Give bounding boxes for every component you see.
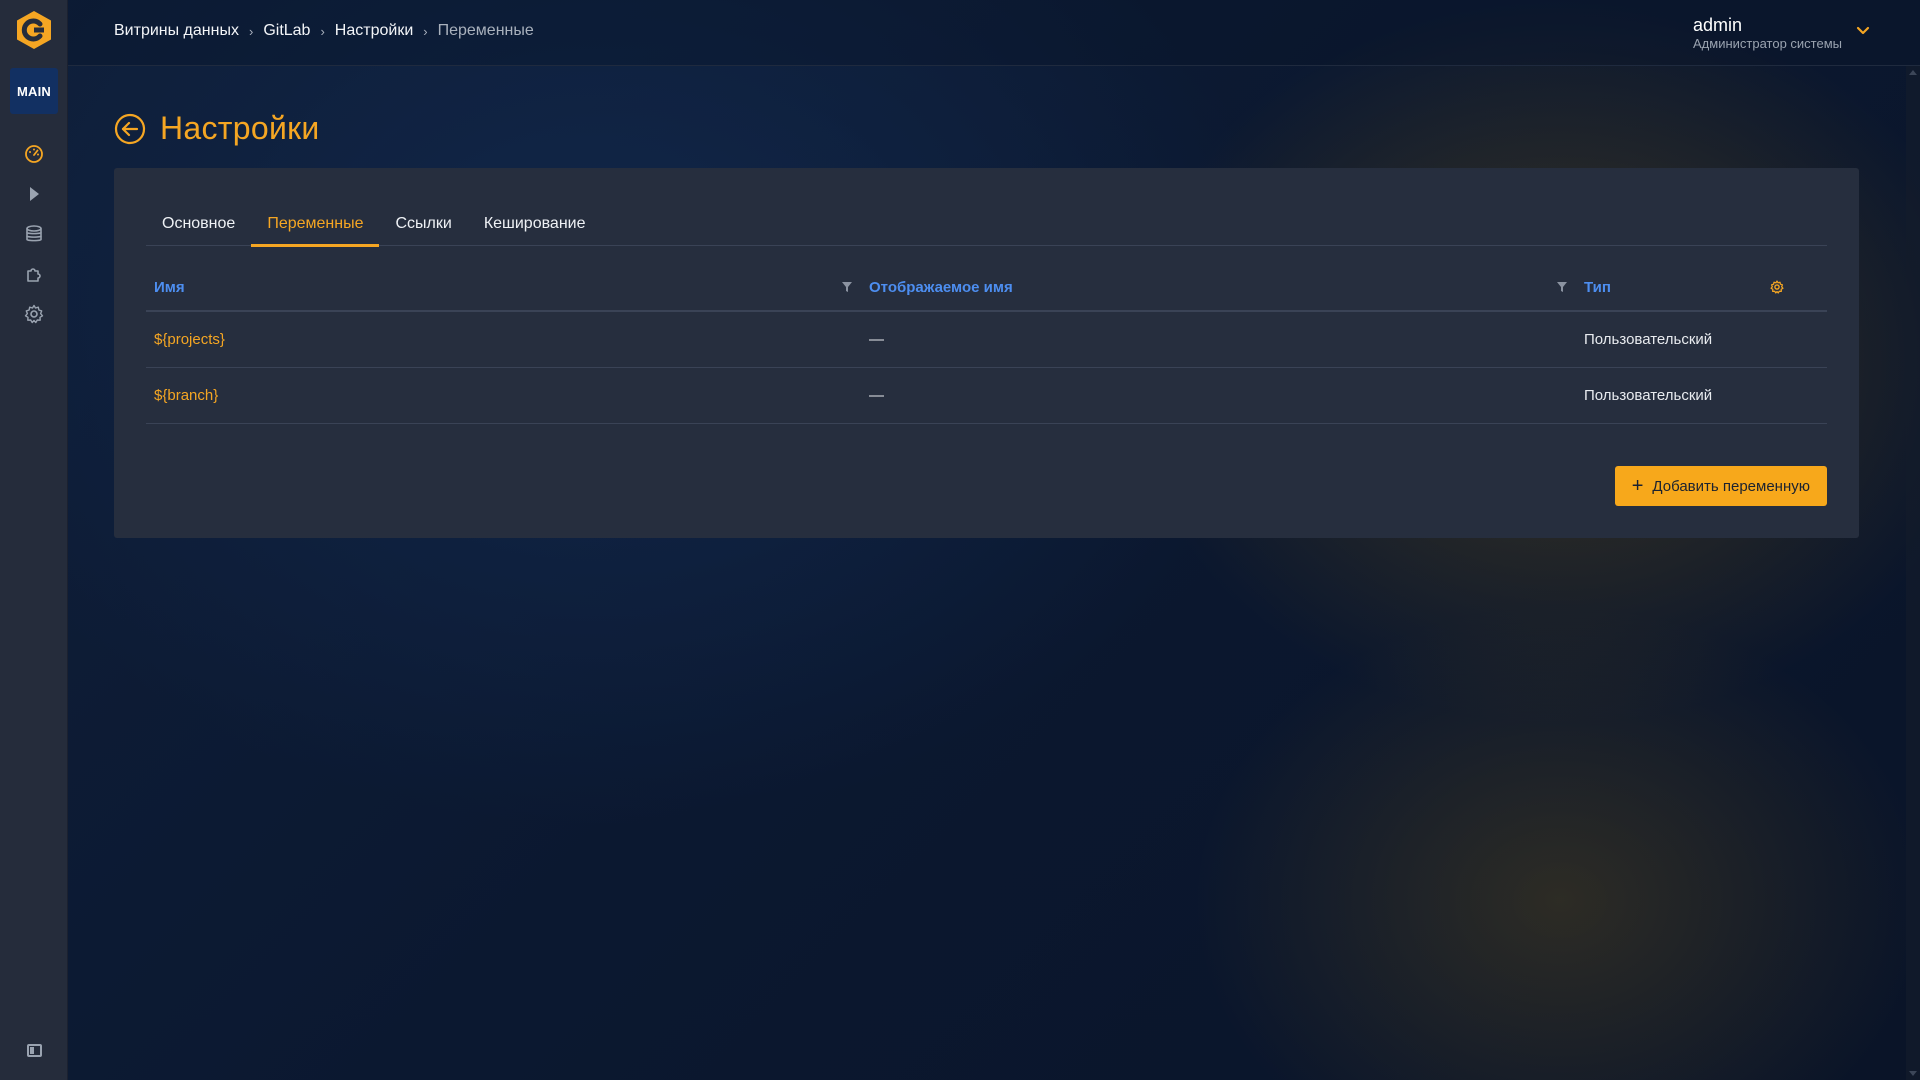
- table-row[interactable]: ${branch} — Пользовательский: [146, 368, 1827, 424]
- puzzle-icon: [27, 268, 41, 282]
- breadcrumb-item-settings[interactable]: Настройки: [335, 22, 413, 40]
- filter-icon[interactable]: [841, 281, 853, 293]
- column-header-label: Отображаемое имя: [869, 278, 1013, 296]
- user-role: Администратор системы: [1693, 36, 1842, 51]
- column-settings: [1770, 263, 1827, 311]
- variable-type: Пользовательский: [1584, 331, 1713, 348]
- variable-name-link[interactable]: ${projects}: [146, 331, 861, 348]
- page-title: Настройки: [160, 110, 320, 146]
- column-header-name[interactable]: Имя: [146, 263, 861, 311]
- breadcrumb-item-gitlab[interactable]: GitLab: [263, 22, 310, 40]
- variable-display-name: —: [869, 331, 884, 348]
- gear-icon: [24, 304, 44, 324]
- sidebar-item-run[interactable]: [20, 180, 48, 208]
- sidebar-collapse-icon[interactable]: [27, 1044, 42, 1057]
- user-name: admin: [1693, 15, 1743, 35]
- database-icon: [26, 225, 42, 242]
- filter-icon[interactable]: [1556, 281, 1568, 293]
- column-header-label: Тип: [1584, 278, 1611, 296]
- app-logo-icon[interactable]: [14, 10, 54, 50]
- back-arrow-icon[interactable]: [114, 113, 146, 145]
- column-header-display-name[interactable]: Отображаемое имя: [861, 263, 1576, 311]
- page-scrollbar[interactable]: [1906, 66, 1920, 1080]
- tab-variables[interactable]: Переменные: [251, 202, 380, 247]
- settings-card: Основное Переменные Ссылки Кеширование И…: [114, 168, 1859, 538]
- add-variable-button[interactable]: + Добавить переменную: [1614, 466, 1827, 506]
- sidebar-item-dashboard[interactable]: [20, 140, 48, 168]
- variable-display-name: —: [869, 387, 884, 404]
- sidebar-item-settings[interactable]: [20, 300, 48, 328]
- page-header: Настройки: [114, 110, 320, 147]
- variable-type: Пользовательский: [1584, 387, 1713, 404]
- play-icon: [30, 187, 39, 201]
- scroll-up-icon[interactable]: [1909, 70, 1917, 75]
- topbar: Витрины данных › GitLab › Настройки › Пе…: [68, 0, 1920, 66]
- sidebar: MAIN: [0, 0, 68, 1080]
- chevron-right-icon: ›: [423, 23, 428, 39]
- column-header-label: Имя: [154, 278, 185, 296]
- table-header: Имя Отображаемое имя Тип: [146, 264, 1827, 312]
- sidebar-item-plugins[interactable]: [20, 260, 48, 288]
- sidebar-item-datasources[interactable]: [20, 220, 48, 248]
- variables-table: Имя Отображаемое имя Тип ${projects} — П…: [146, 264, 1827, 424]
- tab-caching[interactable]: Кеширование: [468, 202, 602, 246]
- column-settings-gear-icon[interactable]: [1770, 280, 1784, 294]
- tab-links[interactable]: Ссылки: [379, 202, 467, 246]
- user-menu[interactable]: admin Администратор системы: [1693, 14, 1870, 52]
- table-row[interactable]: ${projects} — Пользовательский: [146, 312, 1827, 368]
- column-header-type[interactable]: Тип: [1576, 263, 1826, 311]
- add-variable-label: Добавить переменную: [1652, 477, 1810, 495]
- tab-general[interactable]: Основное: [146, 202, 251, 246]
- scroll-down-icon[interactable]: [1909, 1071, 1917, 1076]
- variable-name-link[interactable]: ${branch}: [146, 387, 861, 404]
- plus-icon: +: [1631, 475, 1644, 497]
- breadcrumb-item-datamarts[interactable]: Витрины данных: [114, 22, 239, 40]
- workspace-badge[interactable]: MAIN: [10, 68, 58, 114]
- chevron-down-icon: [1856, 26, 1870, 35]
- chevron-right-icon: ›: [320, 23, 325, 39]
- chevron-right-icon: ›: [248, 23, 254, 39]
- breadcrumb-item-variables: Переменные: [437, 22, 534, 39]
- dashboard-icon: [25, 145, 43, 163]
- breadcrumb: Витрины данных › GitLab › Настройки › Пе…: [114, 22, 534, 40]
- tabs: Основное Переменные Ссылки Кеширование: [146, 202, 1827, 247]
